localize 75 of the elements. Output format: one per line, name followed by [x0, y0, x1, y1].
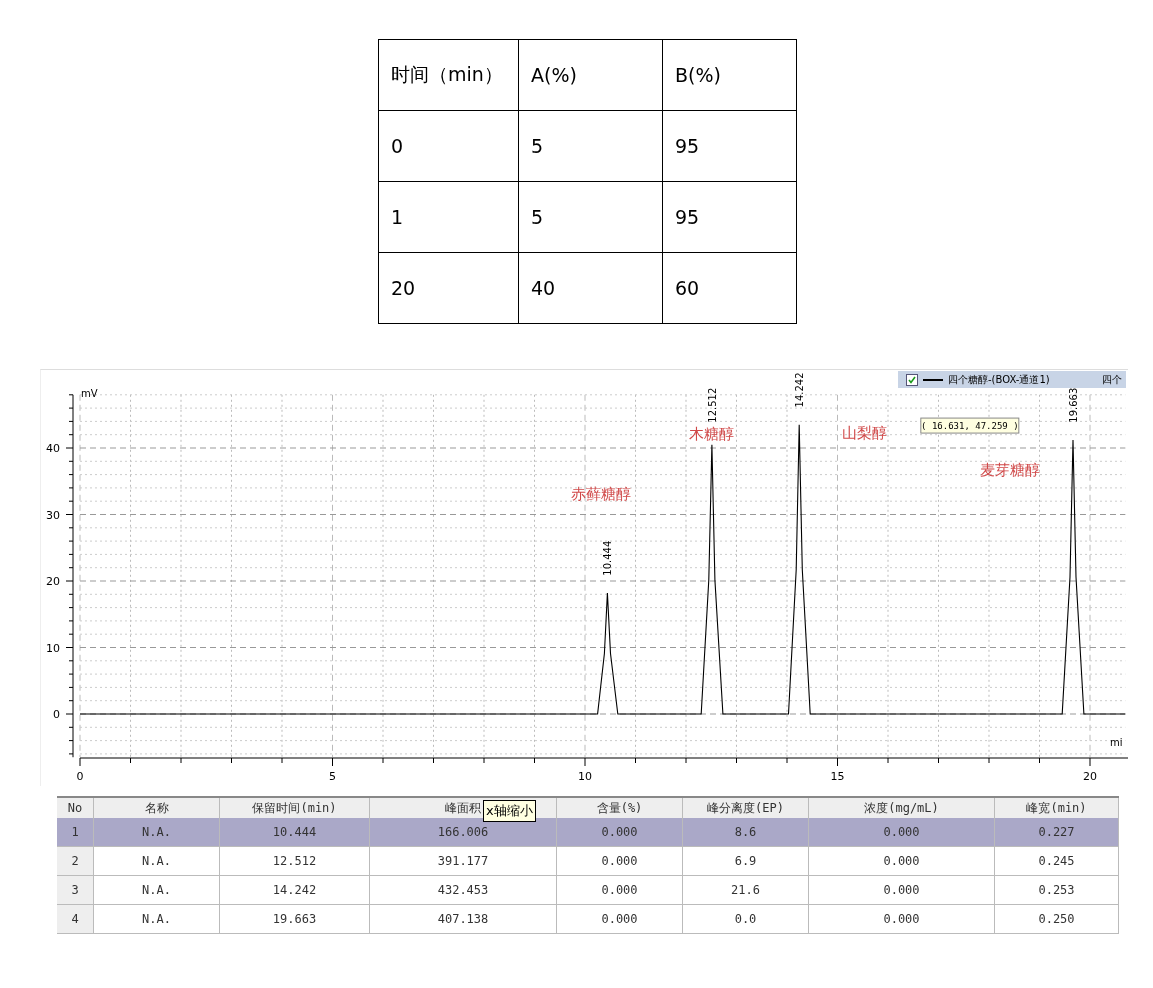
table-cell: 1 — [378, 181, 519, 253]
tooltip: x轴缩小 — [483, 800, 536, 822]
table-cell: 166.006 — [369, 818, 557, 847]
table-cell: 95 — [662, 110, 797, 182]
retention-time-label: 19.663 — [1068, 387, 1079, 423]
table-cell: 40 — [518, 252, 663, 324]
table-cell: N.A. — [93, 818, 220, 847]
table-cell: 0.000 — [556, 818, 683, 847]
table-cell: 60 — [662, 252, 797, 324]
table-cell: 8.6 — [682, 818, 809, 847]
y-tick-label: 40 — [46, 442, 60, 455]
table-cell: 3 — [57, 875, 94, 905]
retention-time-label: 12.512 — [706, 387, 718, 423]
coordinate-tooltip: ( 16.631, 47.259 ) — [920, 417, 1020, 434]
table-cell: 0.245 — [994, 846, 1119, 876]
table-cell: 0.0 — [682, 904, 809, 934]
column-header[interactable]: 峰分离度(EP) — [682, 798, 809, 818]
peak-name-label: 木糖醇 — [689, 424, 735, 443]
table-header: 时间（min） — [378, 39, 519, 111]
table-cell: 1 — [57, 818, 94, 847]
table-cell: 5 — [518, 181, 663, 253]
peak-name-label: 麦芽糖醇 — [980, 460, 1041, 479]
legend-label: 四个 — [1102, 372, 1123, 387]
table-cell: 2 — [57, 846, 94, 876]
table-cell: 12.512 — [219, 846, 370, 876]
table-cell: N.A. — [93, 875, 220, 905]
column-header[interactable]: 浓度(mg/mL) — [808, 798, 995, 818]
table-cell: 0.000 — [808, 904, 995, 934]
retention-time-label: 10.444 — [602, 540, 614, 576]
legend-label: 四个糖醇-(BOX-通道1) — [948, 372, 1050, 387]
table-cell: 432.453 — [369, 875, 557, 905]
x-axis-unit: mi — [1110, 737, 1123, 748]
table-cell: 0.253 — [994, 875, 1119, 905]
table-header: A(%) — [518, 39, 663, 111]
y-tick-label: 0 — [53, 708, 60, 721]
table-cell: N.A. — [93, 846, 220, 876]
y-axis-unit: mV — [81, 388, 98, 399]
table-cell: 0.000 — [808, 846, 995, 876]
table-cell: 0.000 — [556, 846, 683, 876]
table-cell: 10.444 — [219, 818, 370, 847]
table-cell: 4 — [57, 904, 94, 934]
peak-name-label: 赤藓糖醇 — [571, 485, 632, 504]
table-cell: 95 — [662, 181, 797, 253]
table-cell: 0.250 — [994, 904, 1119, 934]
table-cell: 0 — [378, 110, 519, 182]
table-cell: 391.177 — [369, 846, 557, 876]
x-tick-label: 15 — [830, 770, 845, 783]
y-tick-label: 30 — [46, 508, 60, 522]
x-tick-label: 10 — [578, 770, 592, 783]
column-header[interactable]: No — [57, 798, 94, 818]
column-header[interactable]: 峰宽(min) — [994, 798, 1119, 818]
x-tick-label: 20 — [1083, 770, 1097, 783]
column-header[interactable]: 名称 — [93, 798, 220, 818]
table-cell: 21.6 — [682, 875, 809, 905]
table-cell: 0.000 — [808, 875, 995, 905]
column-header[interactable]: 含量(%) — [556, 798, 683, 818]
y-tick-label: 10 — [46, 641, 60, 655]
table-cell: 0.227 — [994, 818, 1119, 847]
table-cell: 5 — [518, 110, 663, 182]
table-header: B(%) — [662, 39, 797, 111]
y-tick-label: 20 — [46, 575, 60, 588]
x-tick-label: 0 — [76, 770, 84, 783]
table-cell: 6.9 — [682, 846, 809, 876]
column-header[interactable]: 保留时间(min) — [219, 798, 370, 818]
table-cell: 0.000 — [808, 818, 995, 847]
table-cell: 0.000 — [556, 904, 683, 934]
retention-time-label: 14.242 — [794, 372, 806, 408]
x-tick-label: 5 — [329, 770, 336, 783]
table-cell: 20 — [378, 252, 519, 324]
table-cell: 14.242 — [219, 875, 370, 905]
peak-name-label: 山梨醇 — [842, 424, 888, 442]
table-cell: 407.138 — [369, 904, 557, 934]
table-cell: 19.663 — [219, 904, 370, 934]
table-cell: 0.000 — [556, 875, 683, 905]
table-cell: N.A. — [93, 904, 220, 934]
